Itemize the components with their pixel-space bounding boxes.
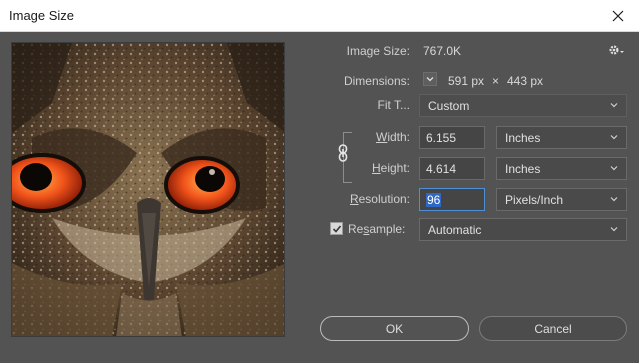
settings-gear-button[interactable] <box>608 44 626 59</box>
resolution-label: Resolution: <box>330 192 410 206</box>
height-label-accel: H <box>371 161 381 175</box>
checkmark-icon <box>332 224 341 233</box>
width-unit-value: Inches <box>505 131 541 145</box>
constrain-proportions-toggle[interactable] <box>337 144 349 165</box>
chevron-down-icon <box>610 103 618 108</box>
dimensions-unit-toggle[interactable] <box>423 72 437 86</box>
height-input[interactable]: 4.614 <box>419 157 485 180</box>
close-icon <box>612 10 624 22</box>
resample-method-select[interactable]: Automatic <box>419 218 627 241</box>
chain-link-icon <box>338 144 348 162</box>
width-label-rest: idth: <box>387 130 410 144</box>
window-title: Image Size <box>9 8 75 23</box>
resample-label-pre: Re <box>348 222 364 236</box>
chevron-down-icon <box>610 166 618 171</box>
width-input[interactable]: 6.155 <box>419 126 485 149</box>
image-preview[interactable] <box>11 42 285 337</box>
height-label-rest: eight: <box>380 161 410 175</box>
dimensions-width: 591 px <box>448 74 485 88</box>
chevron-down-icon <box>426 77 434 82</box>
fit-to-label: Fit T... <box>377 98 410 112</box>
fit-to-value: Custom <box>428 99 470 113</box>
resolution-label-rest: esolution: <box>358 192 410 206</box>
resolution-label-accel: R <box>349 192 359 206</box>
height-value: 4.614 <box>426 162 457 176</box>
title-bar: Image Size <box>0 0 639 32</box>
height-unit-select[interactable]: Inches <box>496 157 627 180</box>
chevron-down-icon <box>610 227 618 232</box>
owl-preview-image <box>12 43 284 336</box>
width-label: Width: <box>360 130 410 144</box>
width-unit-select[interactable]: Inches <box>496 126 627 149</box>
chevron-down-icon <box>610 135 618 140</box>
fit-to-select[interactable]: Custom <box>419 94 627 117</box>
resolution-value: 96 <box>426 193 442 207</box>
image-size-value: 767.0K <box>423 44 462 58</box>
height-label: Height: <box>360 161 410 175</box>
resample-method-value: Automatic <box>428 223 482 237</box>
resample-label[interactable]: Resample: <box>348 222 405 236</box>
width-value: 6.155 <box>426 131 457 145</box>
chevron-down-icon <box>610 197 618 202</box>
image-size-dialog: Image Size: 767.0K Dimensions: 591 px × … <box>0 33 639 363</box>
resample-checkbox[interactable] <box>330 222 343 235</box>
resolution-unit-select[interactable]: Pixels/Inch <box>496 188 627 211</box>
dimensions-times: × <box>492 74 500 88</box>
resolution-input[interactable]: 96 <box>419 188 485 211</box>
ok-button[interactable]: OK <box>320 316 469 341</box>
width-label-accel: W <box>375 130 388 144</box>
resample-label-rest: ample: <box>369 222 406 236</box>
cancel-button[interactable]: Cancel <box>479 316 627 341</box>
gear-icon <box>609 45 624 55</box>
close-button[interactable] <box>597 0 639 32</box>
dimensions-height: 443 px <box>507 74 544 88</box>
height-unit-value: Inches <box>505 162 541 176</box>
resolution-unit-value: Pixels/Inch <box>505 193 564 207</box>
image-size-label: Image Size: <box>346 44 410 58</box>
dimensions-label: Dimensions: <box>343 74 410 88</box>
